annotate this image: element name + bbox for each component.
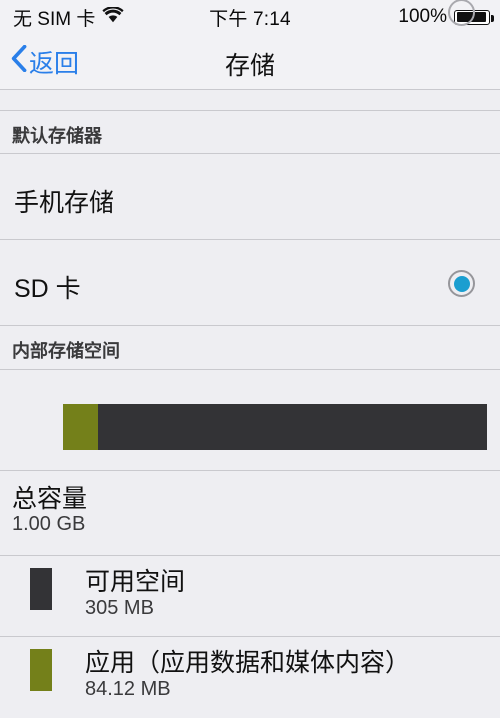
storage-settings-screen: 无 SIM 卡 下午 7:14 100% 返回 存储 默认存储器 手机存储 SD… bbox=[0, 0, 500, 718]
available-space-label: 可用空间 bbox=[85, 568, 186, 596]
row-phone-storage-label: 手机存储 bbox=[14, 189, 115, 217]
swatch-available-space bbox=[30, 568, 52, 610]
section-header-label: 内部存储空间 bbox=[12, 341, 120, 361]
section-header-default-storage: 默认存储器 bbox=[0, 110, 500, 154]
storage-usage-bar bbox=[63, 404, 487, 450]
status-bar-right: 100% bbox=[398, 6, 494, 28]
navigation-bar: 返回 存储 bbox=[0, 34, 500, 90]
apps-usage-value: 84.12 MB bbox=[85, 678, 171, 700]
row-available-space[interactable]: 可用空间 305 MB bbox=[0, 556, 500, 637]
apps-usage-label: 应用（应用数据和媒体内容） bbox=[85, 649, 411, 677]
total-capacity-label: 总容量 bbox=[12, 485, 88, 513]
usage-segment-free bbox=[97, 404, 487, 450]
swatch-apps-usage bbox=[30, 649, 52, 691]
battery-percent-label: 100% bbox=[398, 6, 447, 27]
row-sd-card[interactable]: SD 卡 bbox=[0, 240, 500, 326]
section-header-internal-storage: 内部存储空间 bbox=[0, 326, 500, 370]
available-space-value: 305 MB bbox=[85, 597, 154, 619]
radio-phone-storage[interactable] bbox=[448, 0, 475, 26]
row-total-capacity: 总容量 1.00 GB bbox=[0, 471, 500, 556]
section-header-label: 默认存储器 bbox=[12, 126, 102, 146]
usage-segment-apps bbox=[63, 404, 98, 450]
radio-sd-card[interactable] bbox=[448, 270, 475, 297]
row-apps-usage[interactable]: 应用（应用数据和媒体内容） 84.12 MB bbox=[0, 637, 500, 718]
storage-usage-bar-block bbox=[0, 370, 500, 471]
status-bar: 无 SIM 卡 下午 7:14 100% bbox=[0, 0, 500, 34]
row-phone-storage[interactable]: 手机存储 bbox=[0, 0, 500, 240]
total-capacity-value: 1.00 GB bbox=[12, 513, 86, 535]
page-title: 存储 bbox=[224, 52, 275, 80]
row-sd-card-label: SD 卡 bbox=[14, 275, 81, 303]
